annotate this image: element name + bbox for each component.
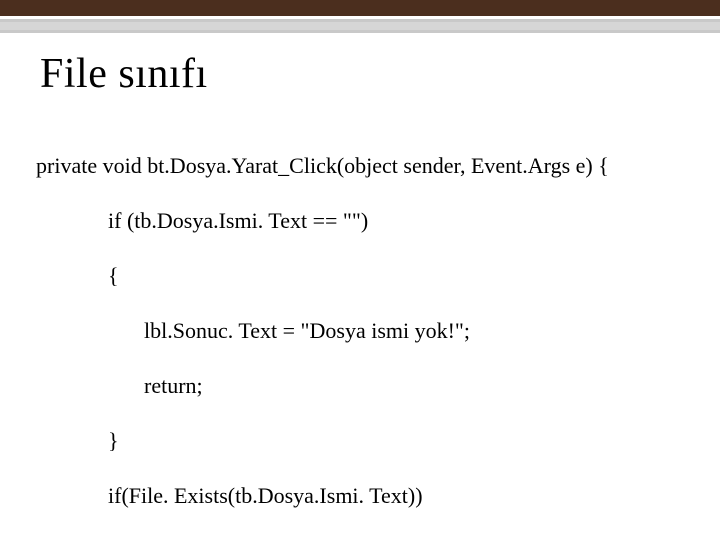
code-line: if (tb.Dosya.Ismi. Text == "") <box>36 207 690 235</box>
code-line: } <box>36 427 690 455</box>
header-bars <box>0 0 720 33</box>
slide: File sınıfı private void bt.Dosya.Yarat_… <box>0 0 720 540</box>
bar-grey-bottom <box>0 30 720 33</box>
slide-title: File sınıfı <box>40 50 208 98</box>
code-line: lbl.Sonuc. Text = "Dosya ismi yok!"; <box>36 317 690 345</box>
code-line: return; <box>36 372 690 400</box>
bar-brown <box>0 0 720 16</box>
code-line: private void bt.Dosya.Yarat_Click(object… <box>36 152 690 180</box>
bar-grey-band <box>0 22 720 30</box>
code-line: { <box>36 262 690 290</box>
code-line: { <box>36 537 690 540</box>
code-block: private void bt.Dosya.Yarat_Click(object… <box>36 124 690 540</box>
code-line: if(File. Exists(tb.Dosya.Ismi. Text)) <box>36 482 690 510</box>
